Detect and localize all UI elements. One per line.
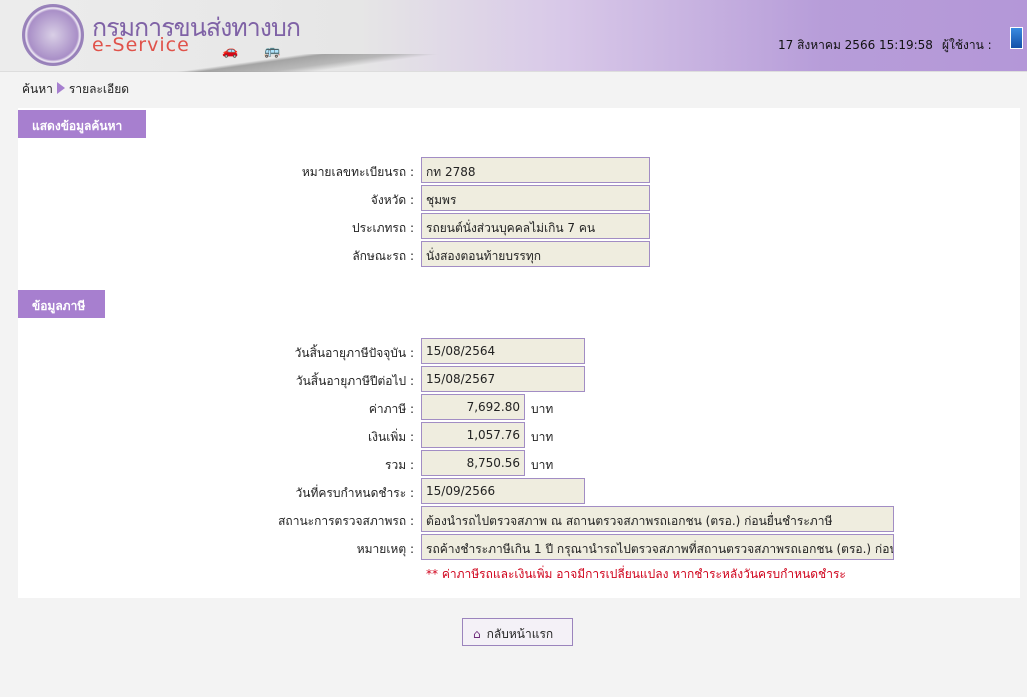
field-label: เงินเพิ่ม : [368,430,414,444]
field-label: สถานะการตรวจสภาพรถ : [278,514,414,528]
vehicle-style-field[interactable]: นั่งสองตอนท้ายบรรทุก [421,241,650,267]
field-label: วันสิ้นอายุภาษีปีต่อไป : [295,374,414,388]
field-row: วันที่ครบกำหนดชำระ : 15/09/2566 [0,478,1020,504]
vehicle-type-field[interactable]: รถยนต์นั่งส่วนบุคคลไม่เกิน 7 คน [421,213,650,239]
home-button-label: กลับหน้าแรก [486,627,554,641]
user-label: ผู้ใช้งาน : [942,38,992,52]
section-header-vehicle: แสดงข้อมูลค้นหา [18,110,146,138]
next-tax-expiry-field[interactable]: 15/08/2567 [421,366,585,392]
breadcrumb: ค้นหา รายละเอียด [22,80,129,99]
surcharge-field[interactable]: 1,057.76 [421,422,525,448]
field-row: วันสิ้นอายุภาษีปัจจุบัน : 15/08/2564 [0,338,1020,364]
due-date-field[interactable]: 15/09/2566 [421,478,585,504]
field-row: วันสิ้นอายุภาษีปีต่อไป : 15/08/2567 [0,366,1020,392]
field-label: รวม : [385,458,414,472]
total-field[interactable]: 8,750.56 [421,450,525,476]
header-banner: กรมการขนส่งทางบก e-Service 🚗 🚌 17 สิงหาค… [0,0,1027,72]
field-label: ลักษณะรถ : [352,249,414,263]
unit-label: บาท [531,458,554,472]
field-label: ประเภทรถ : [352,221,414,235]
field-row: หมายเลขทะเบียนรถ : กท 2788 [0,157,1020,183]
warning-note: ** ค่าภาษีรถและเงินเพิ่ม อาจมีการเปลี่ยน… [426,567,846,581]
field-row: สถานะการตรวจสภาพรถ : ต้องนำรถไปตรวจสภาพ ณ… [0,506,1020,532]
breadcrumb-search-link[interactable]: ค้นหา [22,82,53,96]
current-tax-expiry-field[interactable]: 15/08/2564 [421,338,585,364]
field-label: วันที่ครบกำหนดชำระ : [295,486,414,500]
current-datetime: 17 สิงหาคม 2566 15:19:58 [778,38,933,52]
registration-field[interactable]: กท 2788 [421,157,650,183]
user-menu-button[interactable] [1010,27,1023,49]
field-label: หมายเลขทะเบียนรถ : [301,165,414,179]
home-icon: ⌂ [473,627,481,641]
field-row: ประเภทรถ : รถยนต์นั่งส่วนบุคคลไม่เกิน 7 ค… [0,213,1020,239]
home-button[interactable]: ⌂ กลับหน้าแรก [462,618,573,646]
field-row: ค่าภาษี : 7,692.80 บาท [0,394,1020,420]
field-row: หมายเหตุ : รถค้างชำระภาษีเกิน 1 ปี กรุณาน… [0,534,1020,560]
breadcrumb-current: รายละเอียด [68,82,130,96]
field-label: ค่าภาษี : [368,402,414,416]
field-label: วันสิ้นอายุภาษีปัจจุบัน : [294,346,414,360]
field-row: ลักษณะรถ : นั่งสองตอนท้ายบรรทุก [0,241,1020,267]
bus-icon: 🚌 [264,44,281,59]
province-field[interactable]: ชุมพร [421,185,650,211]
unit-label: บาท [531,402,554,416]
remarks-field[interactable]: รถค้างชำระภาษีเกิน 1 ปี กรุณานำรถไปตรวจส… [421,534,894,560]
inspection-status-field[interactable]: ต้องนำรถไปตรวจสภาพ ณ สถานตรวจสภาพรถเอกชน… [421,506,894,532]
car-icon: 🚗 [222,44,239,59]
app-name: e-Service [92,34,190,56]
field-label: จังหวัด : [370,193,414,207]
field-row: รวม : 8,750.56 บาท [0,450,1020,476]
unit-label: บาท [531,430,554,444]
tax-amount-field[interactable]: 7,692.80 [421,394,525,420]
department-seal-logo [22,4,84,66]
arrow-right-icon [56,82,65,94]
road-graphic [120,54,450,72]
section-header-tax: ข้อมูลภาษี [18,290,105,318]
field-label: หมายเหตุ : [356,542,414,556]
field-row: เงินเพิ่ม : 1,057.76 บาท [0,422,1020,448]
field-row: จังหวัด : ชุมพร [0,185,1020,211]
